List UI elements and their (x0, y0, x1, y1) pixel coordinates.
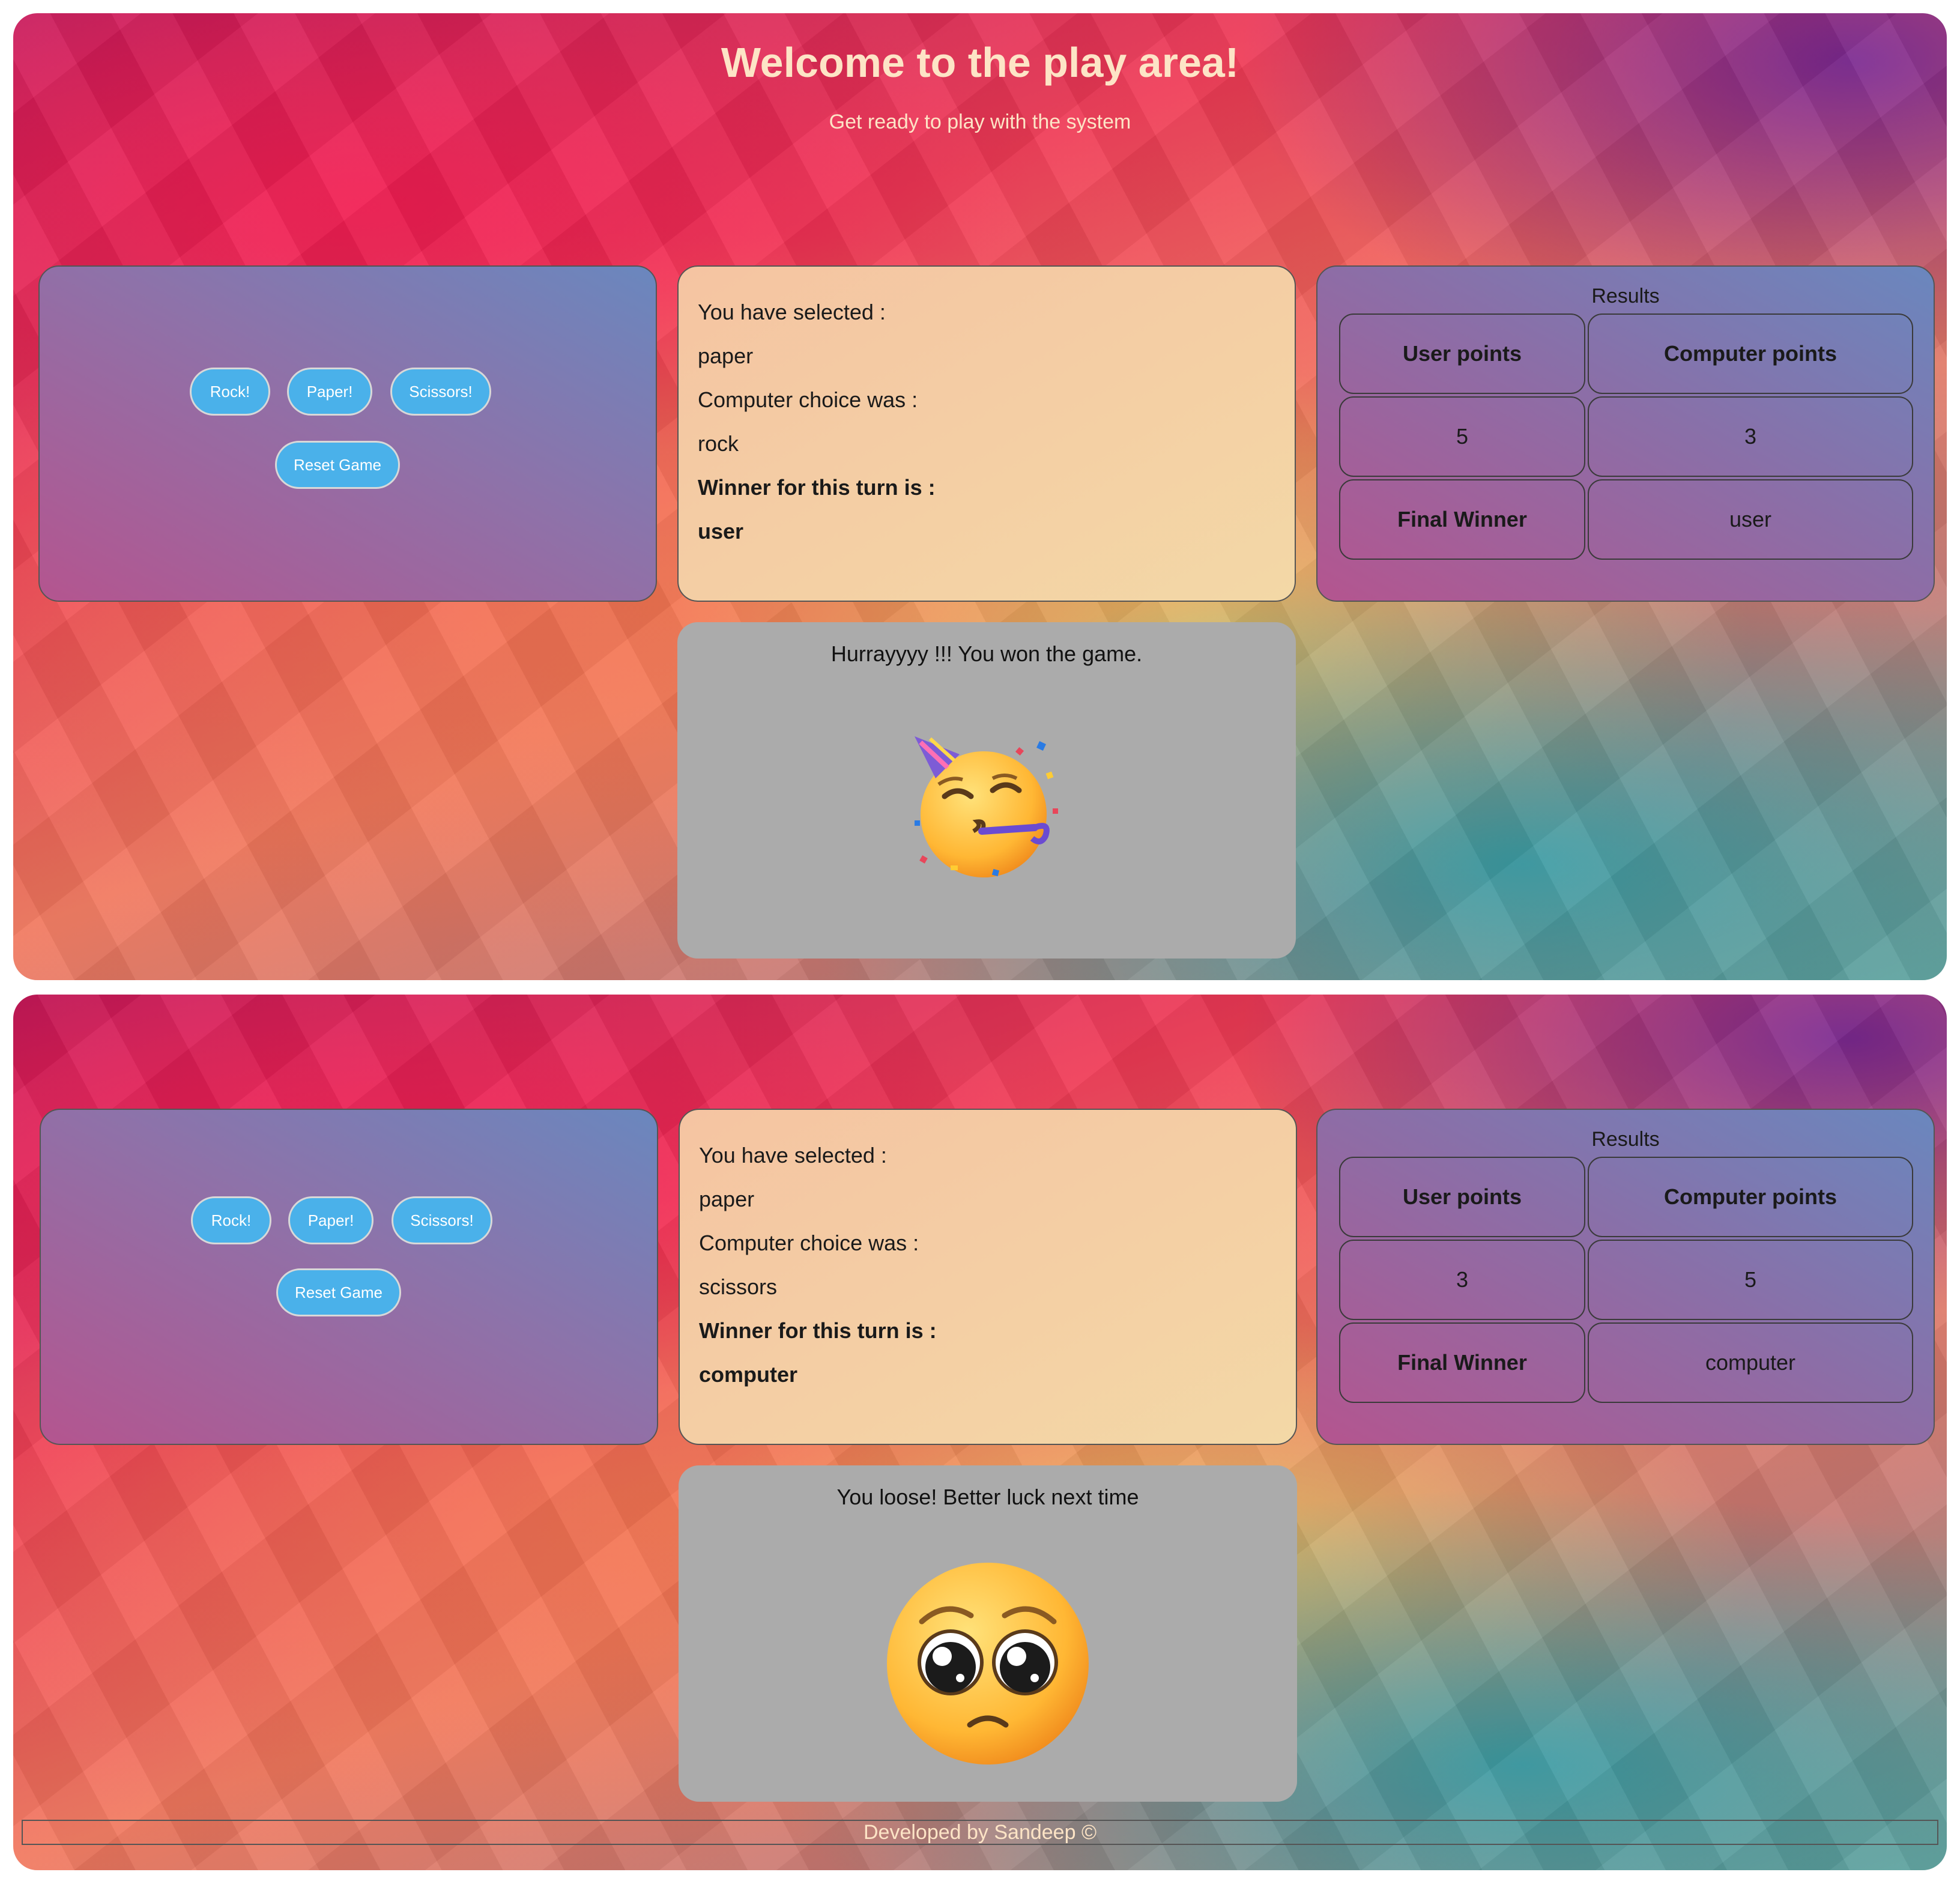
page-title: Welcome to the play area! (721, 39, 1239, 86)
selected-label: You have selected : (699, 1143, 887, 1168)
game-screen-win: Welcome to the play area! Get ready to p… (13, 13, 1947, 980)
turn-winner-value: computer (699, 1362, 798, 1387)
results-caption: Results (1591, 1128, 1660, 1151)
turn-winner-label: Winner for this turn is : (698, 475, 936, 500)
final-winner-label: Final Winner (1339, 479, 1585, 560)
user-points-header: User points (1339, 314, 1585, 394)
turn-winner-label: Winner for this turn is : (699, 1318, 937, 1343)
footer: Developed by Sandeep © (22, 1820, 1938, 1845)
user-score: 3 (1339, 1240, 1585, 1320)
page-subtitle: Get ready to play with the system (829, 111, 1131, 133)
controls-panel: Rock! Paper! Scissors! Reset Game (38, 265, 657, 602)
reset-game-button[interactable]: Reset Game (275, 441, 400, 489)
results-panel: Results User points Computer points 5 3 … (1316, 265, 1935, 602)
outcome-panel: Hurrayyyy !!! You won the game. (677, 622, 1296, 959)
page-header: Welcome to the play area! Get ready to p… (13, 13, 1947, 134)
outcome-message: You loose! Better luck next time (836, 1485, 1139, 1509)
selected-label: You have selected : (698, 300, 886, 324)
scissors-button[interactable]: Scissors! (390, 368, 491, 416)
computer-choice-label: Computer choice was : (699, 1231, 919, 1255)
partying-face-emoji (915, 736, 1058, 877)
computer-score: 5 (1588, 1240, 1913, 1320)
results-panel: Results User points Computer points 3 5 … (1316, 1109, 1935, 1445)
rock-button[interactable]: Rock! (191, 1196, 271, 1244)
computer-choice-value: scissors (699, 1274, 778, 1299)
final-winner-value: computer (1588, 1322, 1913, 1403)
game-screen-lose: Rock! Paper! Scissors! Reset Game You ha… (13, 995, 1947, 1870)
footer-text: Developed by Sandeep © (864, 1821, 1096, 1844)
paper-button[interactable]: Paper! (288, 1196, 374, 1244)
computer-choice-label: Computer choice was : (698, 387, 918, 412)
computer-score: 3 (1588, 396, 1913, 477)
rock-button[interactable]: Rock! (190, 368, 270, 416)
controls-panel: Rock! Paper! Scissors! Reset Game (40, 1109, 658, 1445)
user-points-header: User points (1339, 1157, 1585, 1237)
outcome-message: Hurrayyyy !!! You won the game. (830, 641, 1143, 666)
user-choice-value: paper (699, 1187, 755, 1211)
paper-button[interactable]: Paper! (287, 368, 372, 416)
turn-status-panel: You have selected : paper Computer choic… (677, 265, 1296, 602)
final-winner-label: Final Winner (1339, 1322, 1585, 1403)
user-choice-value: paper (698, 344, 754, 368)
turn-status-panel: You have selected : paper Computer choic… (679, 1109, 1297, 1445)
outcome-panel: You loose! Better luck next time (679, 1465, 1297, 1802)
pleading-face-emoji (887, 1563, 1089, 1764)
computer-points-header: Computer points (1588, 1157, 1913, 1237)
reset-game-button[interactable]: Reset Game (276, 1268, 401, 1316)
user-score: 5 (1339, 396, 1585, 477)
computer-points-header: Computer points (1588, 314, 1913, 394)
results-caption: Results (1591, 285, 1660, 307)
final-winner-value: user (1588, 479, 1913, 560)
turn-winner-value: user (698, 519, 744, 544)
scissors-button[interactable]: Scissors! (392, 1196, 492, 1244)
computer-choice-value: rock (698, 431, 739, 456)
